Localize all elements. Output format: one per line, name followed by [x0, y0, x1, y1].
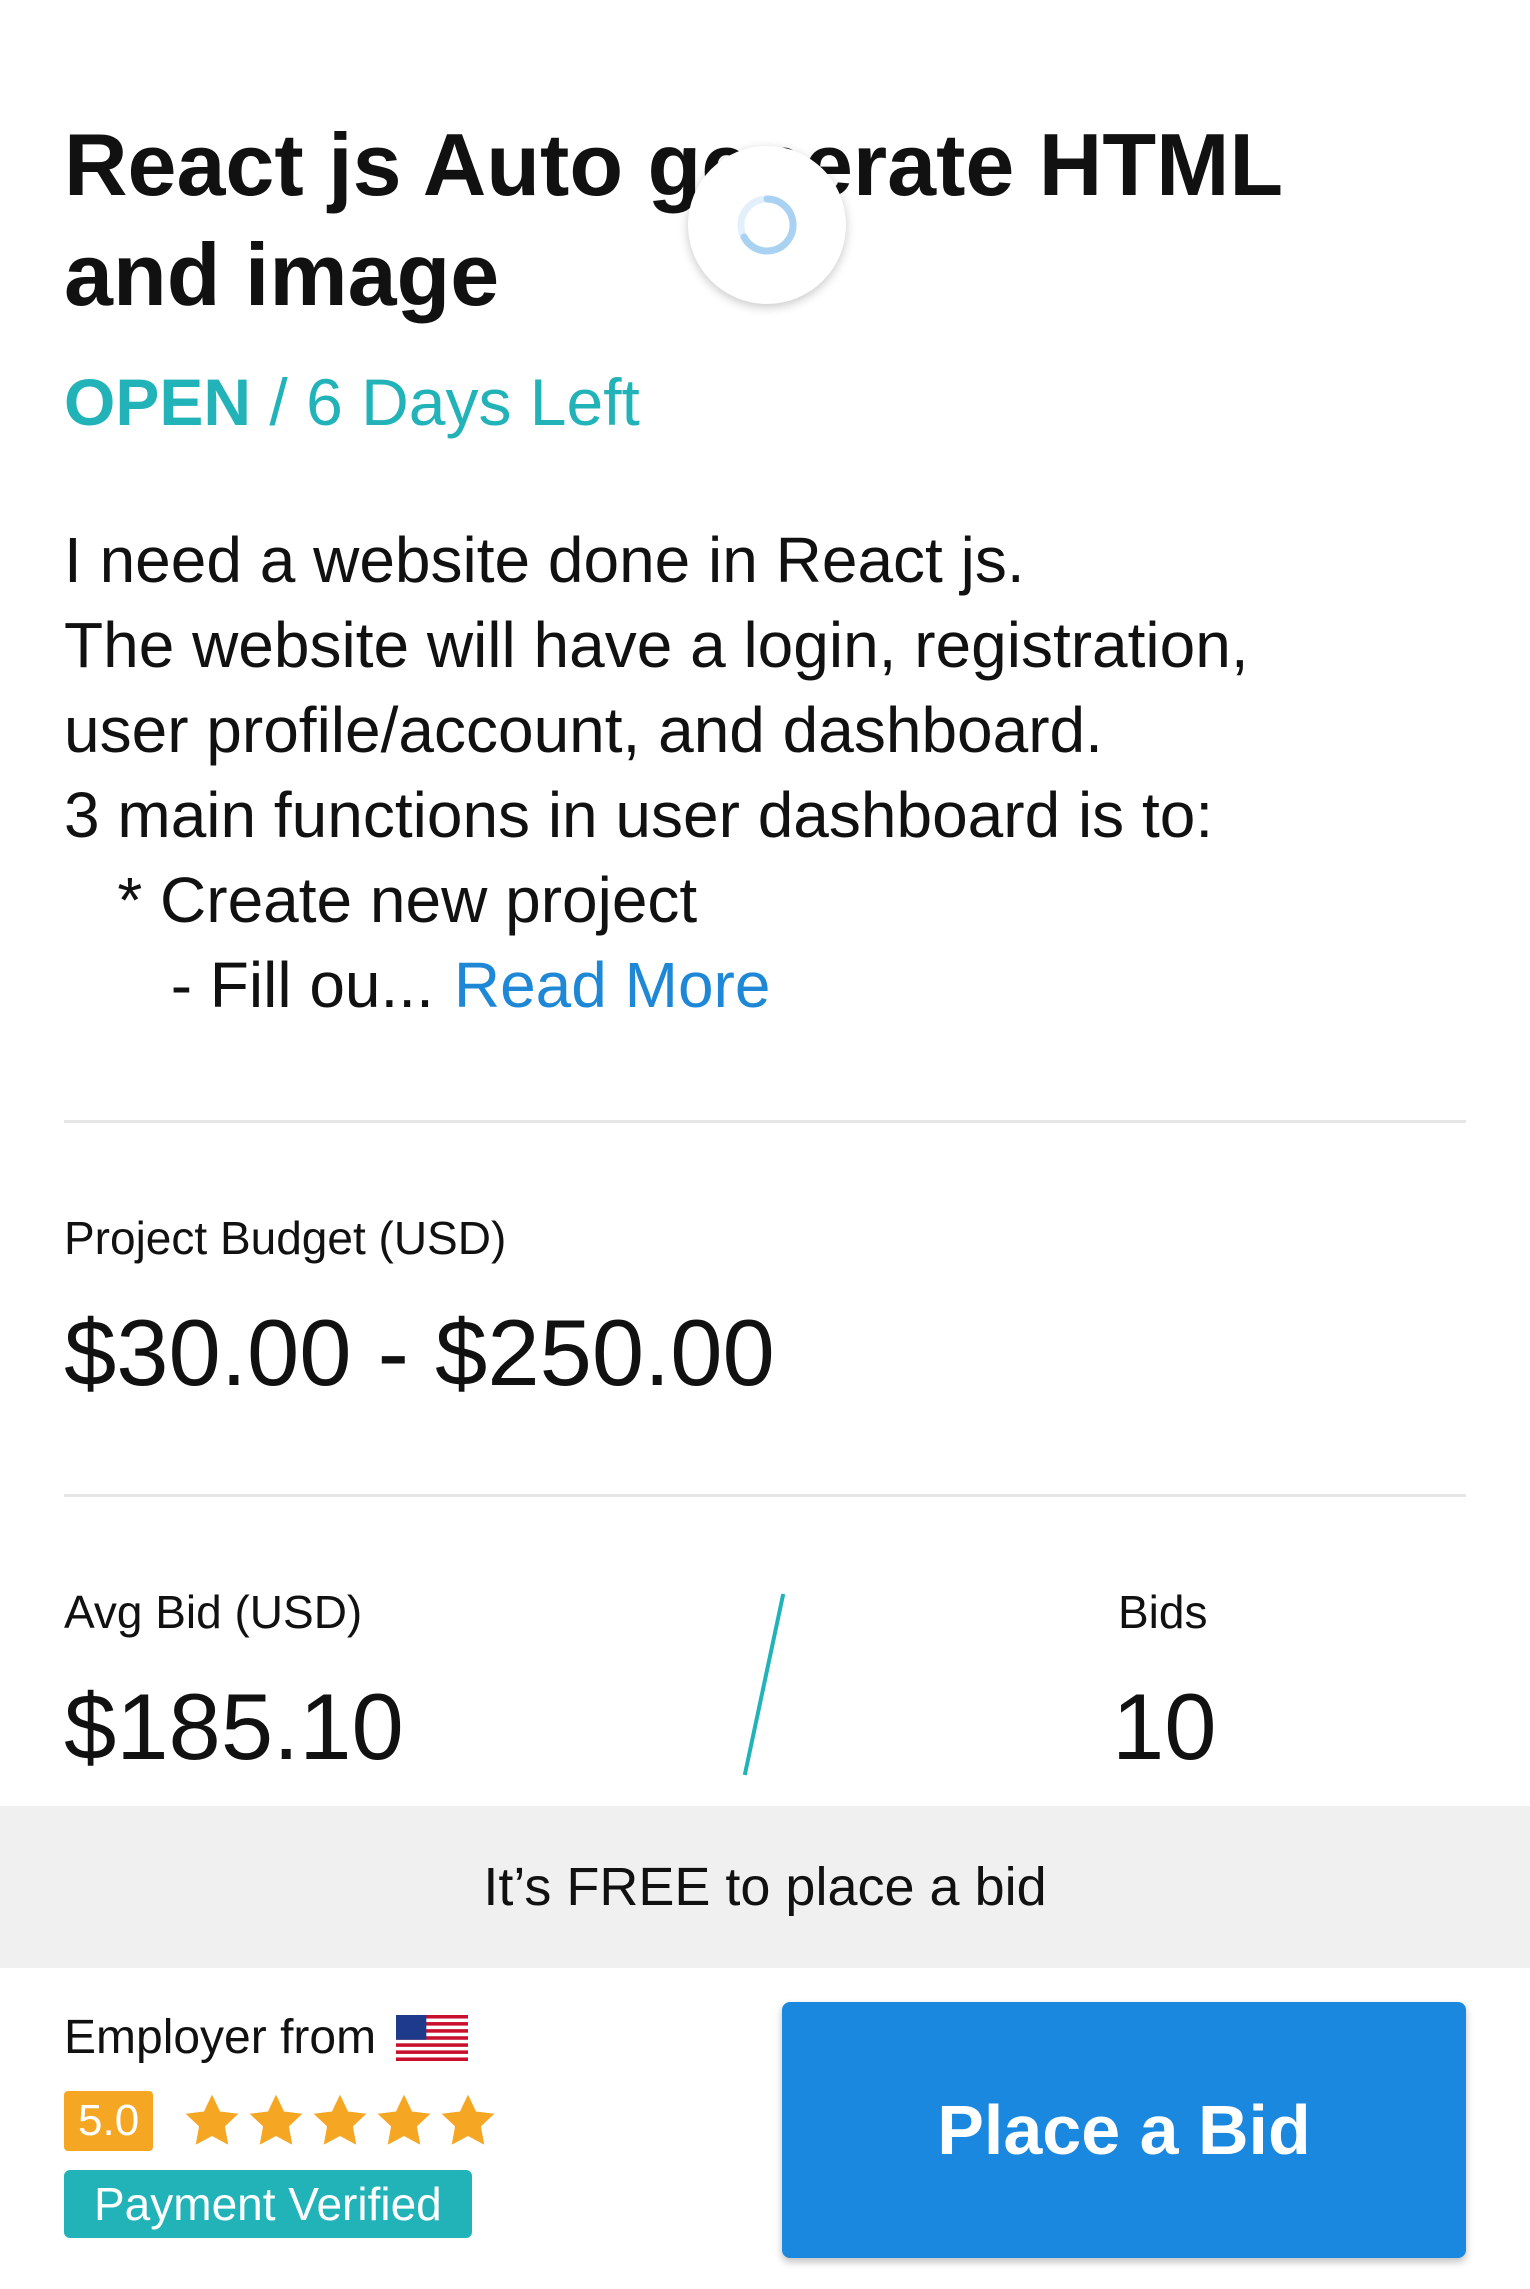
spinner-icon	[737, 195, 797, 255]
description-line: 3 main functions in user dashboard is to…	[64, 779, 1214, 851]
avg-bid-label: Avg Bid (USD)	[64, 1586, 363, 1638]
employer-rating: 5.0	[64, 2090, 501, 2152]
budget-value: $30.00 - $250.00	[64, 1300, 775, 1405]
section-divider	[64, 1494, 1466, 1497]
payment-verified-badge: Payment Verified	[64, 2170, 472, 2238]
place-bid-button[interactable]: Place a Bid	[782, 2002, 1466, 2258]
budget-label: Project Budget (USD)	[64, 1212, 507, 1264]
project-description: I need a website done in React js. The w…	[64, 518, 1466, 1028]
description-line: user profile/account, and dashboard.	[64, 694, 1103, 766]
project-status: OPEN / 6 Days Left	[64, 362, 1466, 442]
bids-label: Bids	[1118, 1586, 1208, 1638]
rating-stars	[181, 2090, 501, 2152]
description-line: - Fill ou...	[64, 949, 434, 1021]
description-line: The website will have a login, registrat…	[64, 609, 1249, 681]
avg-bid-value: $185.10	[64, 1674, 404, 1779]
description-line: * Create new project	[64, 864, 698, 936]
status-open-label: OPEN	[64, 365, 252, 439]
read-more-link[interactable]: Read More	[454, 949, 771, 1021]
loading-spinner	[688, 146, 846, 304]
description-last-line: - Fill ou... Read More	[64, 943, 1466, 1028]
project-title-line1: React js Auto generate HTML	[64, 115, 1284, 214]
project-title-line2: and image	[64, 225, 500, 324]
star-icon	[313, 2094, 367, 2145]
employer-info: Employer from	[64, 2010, 469, 2065]
free-bid-banner: It’s FREE to place a bid	[0, 1806, 1530, 1968]
free-bid-text: It’s FREE to place a bid	[483, 1857, 1047, 1917]
bids-value: 10	[1112, 1674, 1217, 1779]
star-icon	[249, 2094, 303, 2145]
days-left-label: 6 Days Left	[306, 365, 640, 439]
description-line: I need a website done in React js.	[64, 524, 1025, 596]
us-flag-icon	[396, 2014, 469, 2061]
section-divider	[64, 1120, 1466, 1123]
status-separator: /	[251, 365, 307, 439]
stats-separator	[742, 1593, 786, 1776]
star-icon	[185, 2094, 239, 2145]
star-icon	[377, 2094, 431, 2145]
employer-from-label: Employer from	[64, 2011, 377, 2064]
rating-badge: 5.0	[64, 2091, 154, 2151]
star-icon	[441, 2094, 495, 2145]
